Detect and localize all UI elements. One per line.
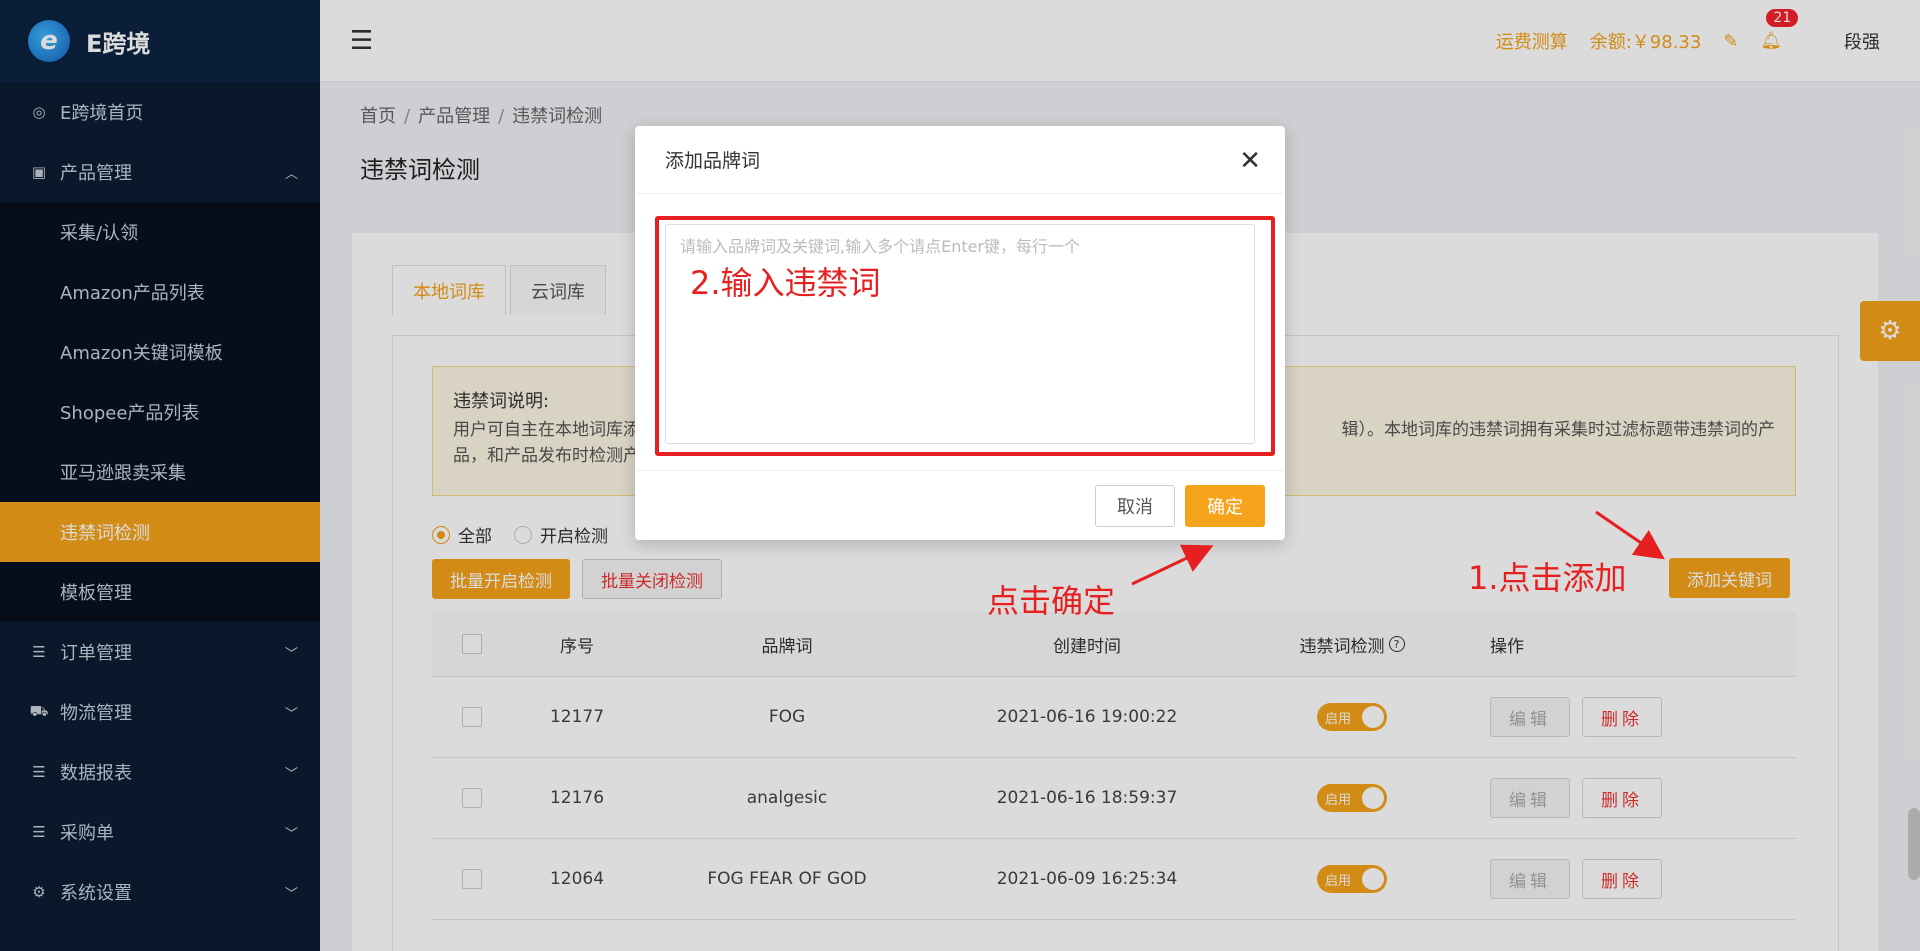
dialog-footer: 取消 确定 (635, 470, 1285, 540)
close-icon[interactable]: ✕ (1239, 146, 1261, 176)
annotation-step2: 2.输入违禁词 (690, 264, 881, 302)
highlight-box (655, 216, 1275, 456)
annotation-confirm: 点击确定 (987, 582, 1116, 620)
dialog-title: 添加品牌词 (665, 150, 761, 172)
confirm-button[interactable]: 确定 (1185, 485, 1265, 527)
annotation-step1: 1.点击添加 (1468, 559, 1627, 597)
cancel-button[interactable]: 取消 (1095, 485, 1175, 527)
dialog-header: 添加品牌词 ✕ (635, 126, 1285, 194)
